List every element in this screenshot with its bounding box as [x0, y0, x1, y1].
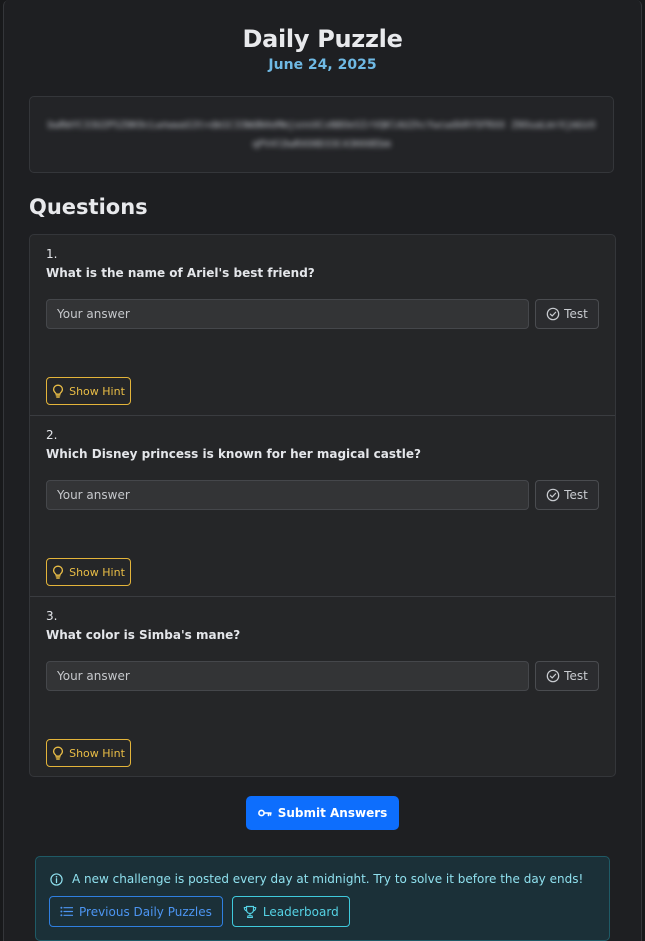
check-circle-icon: [546, 488, 560, 502]
test-button[interactable]: Test: [535, 299, 599, 329]
info-alert: A new challenge is posted every day at m…: [35, 856, 610, 941]
previous-puzzles-label: Previous Daily Puzzles: [79, 904, 212, 919]
answer-input[interactable]: [46, 480, 529, 510]
hint-label: Show Hint: [69, 565, 125, 579]
questions-heading: Questions: [29, 195, 148, 219]
submit-answers-button[interactable]: Submit Answers: [246, 796, 399, 830]
answer-input[interactable]: [46, 661, 529, 691]
check-circle-icon: [546, 669, 560, 683]
show-hint-button[interactable]: Show Hint: [46, 377, 131, 405]
leaderboard-button[interactable]: Leaderboard: [231, 896, 350, 927]
test-label: Test: [564, 488, 588, 502]
page-title: Daily Puzzle: [242, 25, 403, 53]
page-header: Daily Puzzle June 24, 2025: [4, 25, 641, 73]
encrypted-puzzle-box: bwRmYC33U2PSZ0K9cLwnwwaS3t+dm1C33WdN4eMm…: [29, 96, 614, 173]
previous-puzzles-button[interactable]: Previous Daily Puzzles: [49, 896, 223, 927]
test-button[interactable]: Test: [535, 661, 599, 691]
info-text: A new challenge is posted every day at m…: [72, 872, 584, 886]
info-message: A new challenge is posted every day at m…: [50, 872, 583, 886]
question-item: 2. Which Disney princess is known for he…: [30, 415, 615, 597]
hint-label: Show Hint: [69, 384, 125, 398]
test-label: Test: [564, 669, 588, 683]
question-number: 2.: [46, 428, 58, 442]
lightbulb-icon: [52, 746, 64, 760]
question-number: 1.: [46, 247, 58, 261]
show-hint-button[interactable]: Show Hint: [46, 739, 131, 767]
info-actions: Previous Daily Puzzles Leaderboard: [49, 896, 350, 927]
key-icon: [257, 808, 272, 818]
question-text: What color is Simba's mane?: [46, 628, 241, 642]
question-item: 1. What is the name of Ariel's best frie…: [30, 235, 615, 416]
question-text: What is the name of Ariel's best friend?: [46, 266, 315, 280]
encrypted-text: bwRmYC33U2PSZ0K9cLwnwwaS3t+dm1C33WdN4eMm…: [47, 119, 596, 150]
hint-label: Show Hint: [69, 746, 125, 760]
lightbulb-icon: [52, 565, 64, 579]
list-icon: [60, 906, 73, 917]
test-button[interactable]: Test: [535, 480, 599, 510]
info-circle-icon: [50, 872, 63, 886]
lightbulb-icon: [52, 384, 64, 398]
answer-input[interactable]: [46, 299, 529, 329]
show-hint-button[interactable]: Show Hint: [46, 558, 131, 586]
questions-card: 1. What is the name of Ariel's best frie…: [29, 234, 616, 777]
question-text: Which Disney princess is known for her m…: [46, 447, 421, 461]
puzzle-date: June 24, 2025: [268, 57, 377, 73]
question-number: 3.: [46, 609, 58, 623]
submit-label: Submit Answers: [277, 806, 388, 820]
trophy-icon: [243, 905, 257, 919]
question-item: 3. What color is Simba's mane? Test Show…: [30, 596, 615, 778]
leaderboard-label: Leaderboard: [262, 904, 339, 919]
test-label: Test: [564, 307, 588, 321]
check-circle-icon: [546, 307, 560, 321]
